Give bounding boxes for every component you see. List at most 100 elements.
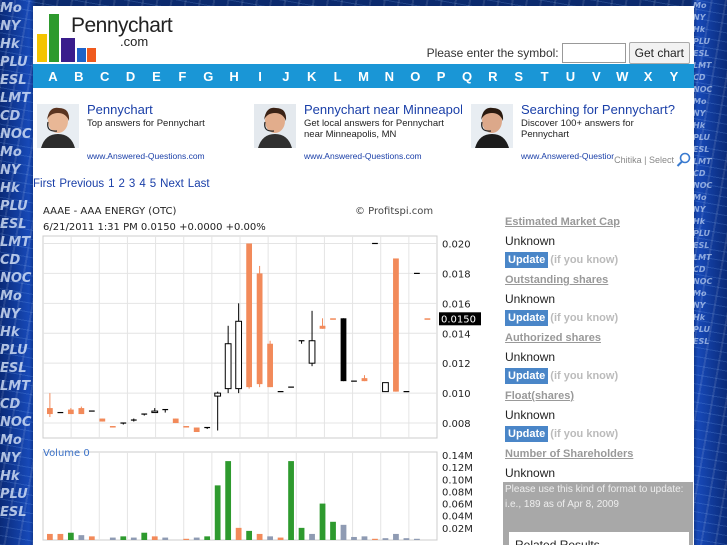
ad-title[interactable]: Searching for Pennychart? bbox=[521, 102, 679, 117]
ticker-text: NY bbox=[0, 307, 21, 322]
ticker-text: ESL bbox=[0, 361, 27, 376]
pager-page-1[interactable]: 1 bbox=[108, 178, 114, 190]
ticker-text: Mo bbox=[693, 97, 707, 106]
ad-description: Discover 100+ answers for Pennychart bbox=[521, 118, 634, 140]
alphabet-link-s[interactable]: S bbox=[509, 69, 529, 84]
alphabet-link-f[interactable]: F bbox=[172, 69, 192, 84]
volume-bar bbox=[298, 527, 305, 540]
candle-body bbox=[99, 418, 106, 422]
pager-page-2[interactable]: 2 bbox=[119, 178, 125, 190]
pager-page-5[interactable]: 5 bbox=[150, 178, 156, 190]
ticker-text: Hk bbox=[0, 37, 20, 52]
volume-bar bbox=[204, 536, 211, 540]
ad-agent-image bbox=[471, 104, 513, 148]
alphabet-link-n[interactable]: N bbox=[379, 69, 399, 84]
volume-bar bbox=[130, 537, 137, 540]
candle-body bbox=[340, 318, 347, 382]
ticker-text: PLU bbox=[0, 343, 28, 358]
alphabet-link-m[interactable]: M bbox=[354, 69, 374, 84]
pager-page-3[interactable]: 3 bbox=[129, 178, 135, 190]
field-label[interactable]: Float(shares) bbox=[505, 388, 693, 404]
ticker-text: Hk bbox=[693, 25, 706, 34]
price-tick-label: 0.008 bbox=[442, 419, 471, 430]
volume-bar bbox=[193, 537, 200, 540]
ad-title[interactable]: Pennychart bbox=[87, 102, 245, 117]
search-icon[interactable] bbox=[676, 152, 692, 168]
volume-bar bbox=[183, 538, 190, 540]
pager-previous[interactable]: Previous bbox=[59, 178, 104, 190]
alphabet-link-d[interactable]: D bbox=[121, 69, 141, 84]
alphabet-link-h[interactable]: H bbox=[224, 69, 244, 84]
ad-choices-label[interactable]: Chitika | Select bbox=[614, 155, 674, 165]
alphabet-link-q[interactable]: Q bbox=[457, 69, 477, 84]
pager-first[interactable]: First bbox=[33, 178, 55, 190]
field-value: Unknown bbox=[505, 466, 556, 480]
alphabet-link-t[interactable]: T bbox=[535, 69, 555, 84]
ticker-text: ESL bbox=[693, 49, 710, 58]
stock-info-panel: Estimated Market Cap Unknown Update (if you… bbox=[503, 202, 693, 545]
ticker-text: PLU bbox=[0, 55, 28, 70]
alphabet-link-o[interactable]: O bbox=[405, 69, 425, 84]
candle-body bbox=[224, 343, 232, 390]
alphabet-link-a[interactable]: A bbox=[43, 69, 63, 84]
update-button[interactable]: Update bbox=[505, 310, 549, 326]
volume-bar bbox=[361, 536, 368, 540]
update-button[interactable]: Update bbox=[505, 426, 549, 442]
ticker-text: Hk bbox=[0, 325, 20, 340]
pager-next[interactable]: Next bbox=[160, 178, 184, 190]
symbol-input[interactable] bbox=[561, 43, 626, 63]
field-label[interactable]: Outstanding shares bbox=[505, 272, 693, 288]
update-button[interactable]: Update bbox=[505, 368, 549, 384]
ad-url[interactable]: www.Answered-Questions.com bbox=[304, 151, 422, 161]
ad-item[interactable]: Pennychart Top answers for Pennychart ww… bbox=[33, 100, 245, 166]
get-chart-button[interactable]: Get chart bbox=[628, 42, 690, 64]
update-row: Update(if you know) bbox=[505, 308, 693, 328]
ticker-text: NY bbox=[0, 163, 21, 178]
pager-page-4[interactable]: 4 bbox=[139, 178, 145, 190]
price-chart-svg: 0.020 0.018 0.016 0.014 0.012 0.010 0.008 0.015… bbox=[42, 235, 481, 541]
chart-symbol: AAAE - AAA ENERGY (OTC) bbox=[43, 206, 177, 217]
ad-url[interactable]: www.Answered-Questions.com bbox=[87, 151, 205, 161]
volume-bar bbox=[340, 524, 347, 540]
ad-title[interactable]: Pennychart near Minneapolis bbox=[304, 102, 462, 117]
alphabet-link-g[interactable]: G bbox=[198, 69, 218, 84]
pager-last[interactable]: Last bbox=[188, 178, 210, 190]
alphabet-link-y[interactable]: Y bbox=[664, 69, 684, 84]
volume-bar bbox=[141, 532, 148, 540]
ad-item[interactable]: Pennychart near Minneapolis Get local an… bbox=[250, 100, 462, 166]
ticker-text: Hk bbox=[693, 313, 706, 322]
candle-body bbox=[308, 340, 316, 364]
volume-bar bbox=[235, 527, 242, 540]
ticker-text: NY bbox=[693, 13, 706, 22]
volume-bar bbox=[67, 532, 74, 540]
alphabet-link-c[interactable]: C bbox=[95, 69, 115, 84]
alphabet-link-i[interactable]: I bbox=[250, 69, 270, 84]
alphabet-link-w[interactable]: W bbox=[612, 69, 632, 84]
logo-bar-orange bbox=[87, 48, 96, 62]
field-label[interactable]: Estimated Market Cap bbox=[505, 214, 693, 230]
alphabet-link-u[interactable]: U bbox=[561, 69, 581, 84]
alphabet-link-r[interactable]: R bbox=[483, 69, 503, 84]
alphabet-link-e[interactable]: E bbox=[147, 69, 167, 84]
logo-bar-blue bbox=[77, 48, 86, 62]
volume-bar bbox=[78, 535, 85, 540]
symbol-label: Please enter the symbol: bbox=[426, 46, 559, 60]
field-label[interactable]: Number of Shareholders bbox=[505, 446, 693, 462]
ticker-text: ESL bbox=[693, 145, 710, 154]
alphabet-link-b[interactable]: B bbox=[69, 69, 89, 84]
ticker-text: ESL bbox=[693, 241, 710, 250]
alphabet-link-x[interactable]: X bbox=[638, 69, 658, 84]
candle-body bbox=[193, 427, 200, 433]
volume-tick-label: 0.10M bbox=[442, 475, 473, 486]
alphabet-link-j[interactable]: J bbox=[276, 69, 296, 84]
ticker-text: PLU bbox=[693, 229, 711, 238]
site-logo[interactable]: Pennychart .com bbox=[37, 10, 173, 62]
update-button[interactable]: Update bbox=[505, 252, 549, 268]
alphabet-link-p[interactable]: P bbox=[431, 69, 451, 84]
alphabet-link-l[interactable]: L bbox=[328, 69, 348, 84]
field-label[interactable]: Authorized shares bbox=[505, 330, 693, 346]
price-tick-label: 0.014 bbox=[442, 329, 471, 340]
alphabet-link-k[interactable]: K bbox=[302, 69, 322, 84]
alphabet-link-v[interactable]: V bbox=[586, 69, 606, 84]
ad-choices[interactable]: Chitika | Select bbox=[614, 152, 692, 168]
